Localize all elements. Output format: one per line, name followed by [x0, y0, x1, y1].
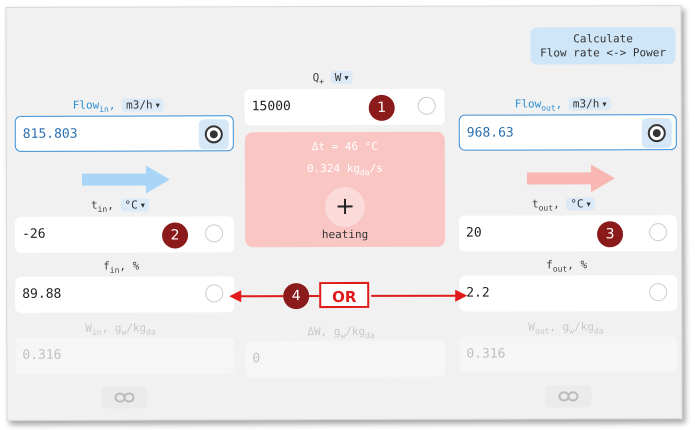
f-out-radio[interactable]: [649, 283, 668, 302]
or-annotation-label: OR: [319, 281, 370, 309]
chevron-down-icon: ▼: [140, 201, 145, 210]
f-in-radio[interactable]: [205, 284, 224, 303]
heating-summary-card: Δt = 46 °C 0.324 kgda/s + heating: [244, 131, 446, 248]
t-out-unit-select[interactable]: °C ▼: [566, 197, 595, 211]
chevron-down-icon: ▼: [586, 200, 591, 209]
link-icon: [558, 391, 579, 402]
flow-out-input[interactable]: 968.63: [458, 114, 677, 151]
link-icon: [114, 392, 135, 403]
link-out-button[interactable]: [545, 385, 592, 408]
t-in-input[interactable]: -26: [15, 216, 235, 253]
power-unit-select[interactable]: W ▼: [330, 70, 353, 85]
flow-out-label: Flowout, m3/h ▼: [515, 97, 611, 113]
flow-in-unit-select[interactable]: m3/h ▼: [122, 98, 164, 112]
link-in-button[interactable]: [101, 386, 148, 409]
flow-out-unit-select[interactable]: m3/h ▼: [568, 97, 611, 111]
heating-plus-button[interactable]: +: [324, 186, 366, 228]
mass-flow-text: 0.324 kgda/s: [306, 161, 383, 178]
calculate-label-line1: Calculate: [573, 32, 633, 46]
power-input[interactable]: 15000: [244, 88, 445, 126]
w-in-label: Win, gw/kgda: [85, 321, 156, 337]
t-out-radio[interactable]: [649, 223, 668, 242]
flow-in-arrow-icon: [81, 165, 170, 194]
flow-in-label: Flowin, m3/h ▼: [73, 98, 164, 114]
radio-selected-icon: [204, 125, 223, 144]
annotation-badge-1: 1: [368, 94, 395, 121]
t-in-unit-select[interactable]: °C ▼: [120, 198, 149, 212]
chevron-down-icon: ▼: [602, 100, 607, 109]
w-delta-input: 0: [245, 340, 446, 378]
radio-selected-icon: [647, 124, 666, 143]
annotation-badge-4: 4: [283, 283, 310, 310]
w-out-input: 0.316: [459, 336, 678, 373]
delta-t-text: Δt = 46 °C: [311, 139, 378, 154]
chevron-down-icon: ▼: [344, 73, 349, 82]
flow-in-input[interactable]: 815.803: [14, 115, 234, 152]
power-radio[interactable]: [417, 96, 436, 115]
chevron-down-icon: ▼: [155, 101, 160, 110]
power-label: Q+ W ▼: [313, 70, 353, 86]
flow-out-arrow-icon: [526, 164, 615, 193]
annotation-badge-3: 3: [597, 221, 624, 248]
f-in-input[interactable]: 89.88: [15, 276, 235, 313]
f-out-label: fout, %: [546, 258, 588, 274]
calculator-panel: Calculate Flow rate <-> Power Q+ W ▼ 1500…: [5, 5, 683, 421]
mode-text: heating: [321, 227, 369, 242]
annotation-badge-2: 2: [162, 222, 189, 249]
flow-in-radio[interactable]: [198, 119, 229, 150]
flow-out-radio[interactable]: [641, 118, 672, 149]
f-out-input[interactable]: 2.2: [459, 275, 678, 312]
calculate-toggle-button[interactable]: Calculate Flow rate <-> Power: [530, 27, 676, 65]
f-in-label: fin, %: [103, 259, 140, 275]
t-in-label: tin, °C ▼: [91, 198, 149, 214]
w-out-label: Wout, gw/kgda: [528, 320, 604, 336]
w-delta-label: ΔW, gw/kgda: [307, 324, 375, 341]
t-out-input[interactable]: 20: [459, 215, 678, 252]
w-in-input: 0.316: [15, 337, 235, 374]
t-out-label: tout, °C ▼: [532, 197, 595, 213]
t-in-radio[interactable]: [205, 224, 224, 243]
calculate-label-line2: Flow rate <-> Power: [540, 46, 667, 60]
